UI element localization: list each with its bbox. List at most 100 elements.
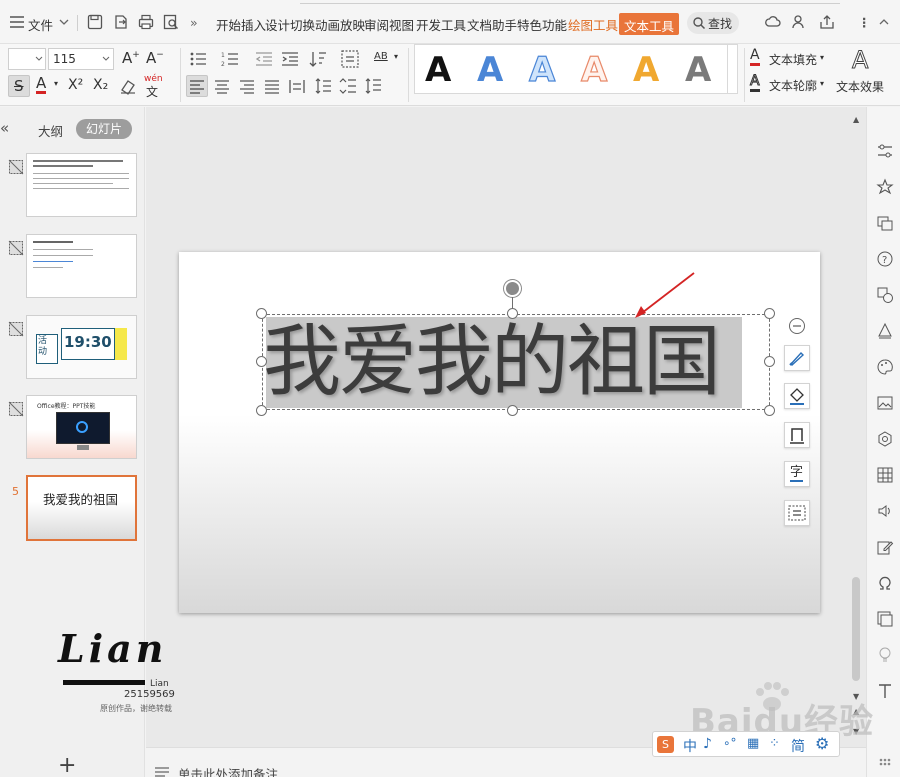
print-preview-icon[interactable] [162,13,180,31]
tab-drawing-tools[interactable]: 绘图工具 [568,15,618,34]
tab-slides[interactable]: 幻灯片 [76,119,132,139]
distribute-icon[interactable] [287,76,307,96]
text-effect-button[interactable]: A 文本效果 [836,46,898,98]
resize-handle-bottom-left[interactable] [256,405,267,416]
replace-icon[interactable] [876,214,894,232]
line-spacing-icon[interactable] [313,76,333,96]
text-frame-button[interactable] [784,500,810,526]
clear-format-icon[interactable] [118,76,138,96]
cloud-sync-icon[interactable] [764,13,782,31]
numbered-list-icon[interactable]: 12 [220,49,240,69]
collapse-ribbon-icon[interactable] [878,16,890,28]
resize-handle-right[interactable] [764,356,775,367]
tab-text-tools[interactable]: 文本工具 [619,13,680,35]
audio-icon[interactable] [876,502,894,520]
pinyin-button[interactable]: wén 文 [143,74,171,99]
paragraph-settings-icon[interactable] [363,76,383,96]
tab-review[interactable]: 审阅 [364,15,389,34]
resize-handle-bottom[interactable] [507,405,518,416]
palette-icon[interactable] [876,358,894,376]
tab-developer[interactable]: 开发工具 [416,15,466,34]
bullet-list-icon[interactable] [188,49,208,69]
grid-dots-icon[interactable] [876,755,894,773]
text-direction-button[interactable]: AB ▾ [372,49,402,69]
shape-outline-button[interactable] [784,422,810,448]
rotate-handle-icon[interactable] [504,280,521,297]
ime-simplified-toggle[interactable]: 简 [791,736,805,756]
increase-indent-icon[interactable] [280,49,300,69]
text-style-button[interactable]: 字 [784,461,810,487]
picture-icon[interactable] [876,394,894,412]
align-center-icon[interactable] [212,76,232,96]
hamburger-icon[interactable] [8,13,26,31]
resize-handle-top-right[interactable] [764,308,775,319]
share-user-icon[interactable] [790,13,808,31]
ime-punct-icon[interactable]: ♪ [703,736,712,752]
increase-font-icon[interactable]: A+ [122,49,140,67]
resize-handle-top[interactable] [507,308,518,319]
text-align-box-icon[interactable] [340,49,360,69]
ime-keyboard-icon[interactable]: ▦ [747,736,759,751]
shapes-icon[interactable] [876,286,894,304]
decrease-font-icon[interactable]: A− [146,49,164,67]
sort-icon[interactable] [308,49,328,69]
tab-insert[interactable]: 插入 [241,15,266,34]
file-menu[interactable]: 文件 [28,15,53,34]
add-slide-button[interactable]: + [58,755,76,777]
image-icon[interactable] [876,610,894,628]
brush-style-button[interactable] [784,345,810,371]
slide-thumbnail-3[interactable]: 19:30 活动 [26,315,137,379]
tab-view[interactable]: 视图 [389,15,414,34]
tab-doc-assistant[interactable]: 文档助手 [467,15,517,34]
wordart-style-blue[interactable]: A [477,51,503,89]
subscript-button[interactable]: X₂ [93,77,108,93]
tab-design[interactable]: 设计 [265,15,290,34]
resize-handle-top-left[interactable] [256,308,267,319]
wordart-style-blue-outline[interactable]: A [528,50,556,89]
paragraph-spacing-icon[interactable] [338,76,358,96]
tab-features[interactable]: 特色功能 [517,15,567,34]
print-icon[interactable] [137,13,155,31]
vertical-scrollbar[interactable] [852,577,860,681]
text-fill-button[interactable]: A 文本填充 ▾ [750,48,830,68]
wordart-style-black[interactable]: A [425,51,451,89]
superscript-button[interactable]: X² [68,77,83,93]
scroll-up-icon[interactable]: ▲ [853,115,859,124]
font-name-select[interactable] [8,48,46,70]
font-size-select[interactable]: 115 [48,48,114,70]
more-tools-icon[interactable]: » [190,15,198,30]
chevron-down-icon[interactable] [58,16,70,28]
search-button[interactable]: 查找 [687,12,739,34]
ime-logo-icon[interactable]: S [657,736,674,753]
help-icon[interactable]: ? [876,250,894,268]
slide-thumbnail-4[interactable]: Office教程：PPT技能 [26,395,137,459]
adjust-settings-icon[interactable] [876,142,894,160]
wordart-style-gray[interactable]: A [685,51,711,89]
wordart-style-orange-outline[interactable]: A [580,50,608,89]
slide-thumbnail-2[interactable] [26,234,137,298]
hexagon-icon[interactable] [876,430,894,448]
tab-animations[interactable]: 动画 [315,15,340,34]
gallery-scroll[interactable] [727,45,737,93]
tab-home[interactable]: 开始 [216,15,241,34]
tab-transitions[interactable]: 切换 [290,15,315,34]
table-icon[interactable] [876,466,894,484]
slide-thumbnail-5[interactable]: 我爱我的祖国 [26,475,137,541]
save-icon[interactable] [86,13,104,31]
ime-settings-icon[interactable]: ⚙ [815,734,829,753]
ime-tools-icon[interactable]: ⁘ [769,736,780,751]
strikethrough-button[interactable]: S [8,75,30,97]
lightbulb-icon[interactable] [876,646,894,664]
align-left-button[interactable] [186,75,208,97]
align-right-icon[interactable] [237,76,257,96]
slide-thumbnail-1[interactable] [26,153,137,217]
share-icon[interactable] [818,13,836,31]
star-icon[interactable] [876,178,894,196]
resize-handle-bottom-right[interactable] [764,405,775,416]
export-icon[interactable] [112,13,130,31]
edit-icon[interactable] [876,538,894,556]
font-color-button[interactable]: A ▾ [34,75,62,95]
resize-handle-left[interactable] [256,356,267,367]
shape-fill-button[interactable] [784,383,810,409]
ime-lang-toggle[interactable]: 中 [683,736,697,756]
